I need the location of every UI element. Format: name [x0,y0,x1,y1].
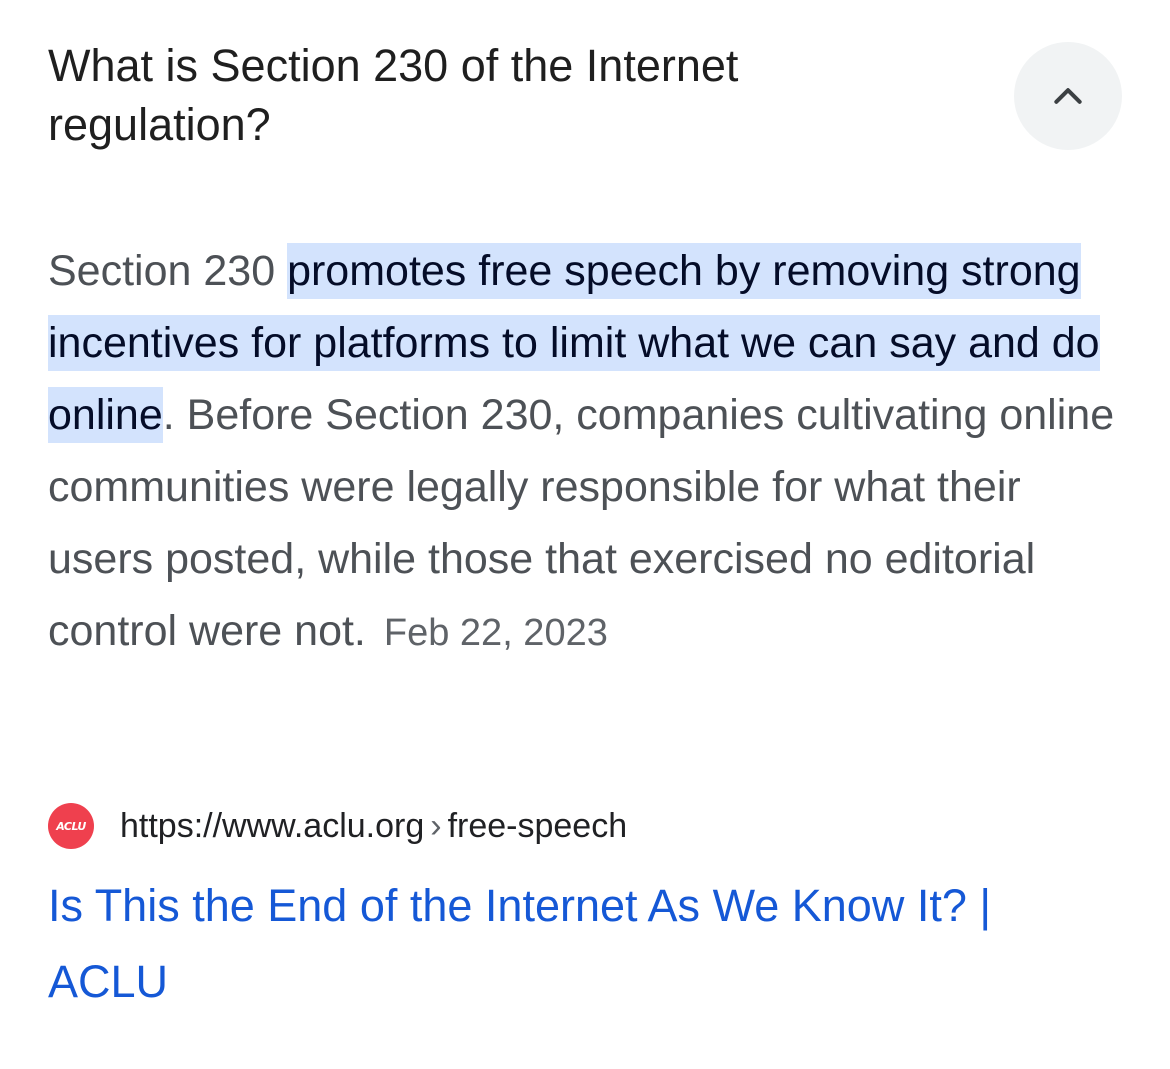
chevron-up-icon [1054,88,1082,104]
aclu-favicon: ACLU [48,803,94,849]
source-path: free-speech [447,806,628,845]
favicon-label: ACLU [56,819,86,833]
source-url[interactable]: https://www.aclu.org › free-speech [120,807,627,846]
snippet-date: Feb 22, 2023 [383,612,608,654]
collapse-button[interactable] [1014,42,1122,150]
featured-snippet-text: Section 230 promotes free speech by remo… [48,235,1123,669]
result-title-link[interactable]: Is This the End of the Internet As We Kn… [48,868,1108,1020]
question-heading: What is Section 230 of the Internet regu… [48,40,739,150]
source-domain: https://www.aclu.org [120,806,425,845]
source-row[interactable]: ACLU https://www.aclu.org › free-speech [48,800,627,852]
breadcrumb-separator: › [430,806,442,845]
snippet-lead: Section 230 [48,247,288,295]
